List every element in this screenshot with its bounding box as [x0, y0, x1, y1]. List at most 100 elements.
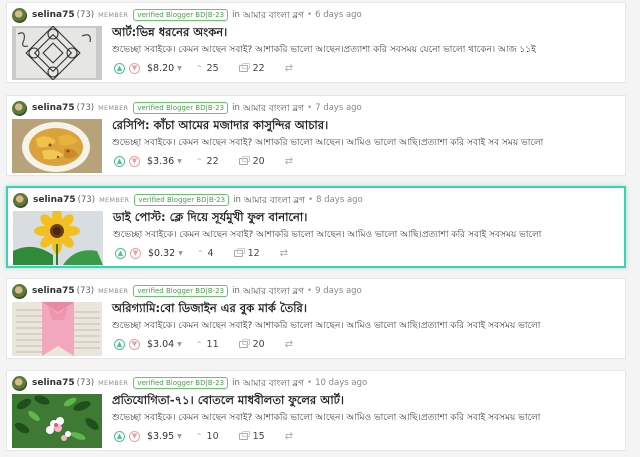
author-name[interactable]: selina75	[32, 10, 75, 20]
post-excerpt[interactable]: শুভেচ্ছা সবাইকে। কেমন আছেন সবাই? আশাকরি …	[112, 135, 613, 150]
in-label: in	[232, 103, 240, 113]
post-time[interactable]: 8 days ago	[316, 195, 363, 205]
payout-value[interactable]: $3.36	[147, 156, 174, 167]
resteem-icon[interactable]: ⇄	[285, 431, 293, 442]
payout-value[interactable]: $0.32	[148, 248, 175, 259]
post-thumbnail[interactable]	[12, 302, 102, 356]
community-link[interactable]: আমার বাংলা ব্লগ	[243, 376, 304, 391]
community-link[interactable]: আমার বাংলা ব্লগ	[243, 8, 304, 23]
post-title[interactable]: আর্ট:ভিন্ন ধরনের অংকন।	[112, 24, 227, 43]
separator: •	[307, 286, 313, 296]
bookmark-origami-image	[12, 302, 102, 356]
chevron-down-icon[interactable]: ▼	[129, 431, 140, 442]
resteem-icon[interactable]: ⇄	[285, 339, 293, 350]
payout-value[interactable]: $3.04	[147, 339, 174, 350]
author-reputation: (73)	[77, 195, 96, 205]
post-time[interactable]: 10 days ago	[315, 378, 367, 388]
post-thumbnail[interactable]	[12, 394, 102, 448]
post-card[interactable]: selina75 (73) MEMBER verified Blogger BD…	[6, 370, 626, 451]
chevron-up-icon[interactable]: ▲	[114, 431, 125, 442]
resteem-icon[interactable]: ⇄	[280, 248, 288, 259]
community-link[interactable]: আমার বাংলা ব্লগ	[243, 284, 304, 299]
author-reputation: (73)	[76, 10, 95, 20]
community-link[interactable]: আমার বাংলা ব্লগ	[244, 193, 305, 208]
pickle-bowl-image	[12, 119, 102, 173]
author-role: MEMBER	[98, 104, 129, 112]
author-name[interactable]: selina75	[32, 103, 75, 113]
chevron-up-icon[interactable]: ▲	[114, 63, 125, 74]
caret-down-icon[interactable]: ▼	[177, 158, 182, 165]
author-reputation: (73)	[76, 103, 95, 113]
vote-count[interactable]: 10	[207, 431, 219, 442]
avatar[interactable]	[12, 100, 27, 116]
avatar[interactable]	[12, 7, 27, 23]
post-title[interactable]: রেসিপি: কাঁচা আমের মজাদার কাসুন্দির আচার…	[112, 117, 328, 136]
author-tag: verified Blogger BD|B-23	[133, 377, 229, 389]
comments-icon[interactable]	[238, 63, 250, 72]
caret-down-icon[interactable]: ▼	[177, 341, 182, 348]
chevron-up-icon[interactable]: ▲	[114, 156, 125, 167]
post-excerpt[interactable]: শুভেচ্ছা সবাইকে। কেমন আছেন সবাই? আশাকরি …	[112, 318, 613, 333]
bottle-flower-art-image	[12, 394, 102, 448]
comment-count[interactable]: 22	[253, 63, 265, 74]
post-excerpt[interactable]: শুভেচ্ছা সবাইকে। কেমন আছেন সবাই? আশাকরি …	[112, 410, 613, 425]
comment-count[interactable]: 20	[253, 339, 265, 350]
author-reputation: (73)	[76, 378, 95, 388]
avatar[interactable]	[13, 192, 28, 208]
post-thumbnail[interactable]	[12, 119, 102, 173]
separator: •	[307, 103, 313, 113]
sunflower-clay-image	[13, 211, 103, 265]
post-thumbnail[interactable]	[12, 26, 102, 80]
author-name[interactable]: selina75	[32, 378, 75, 388]
author-name[interactable]: selina75	[33, 195, 76, 205]
comment-count[interactable]: 15	[253, 431, 265, 442]
post-card[interactable]: selina75 (73) MEMBER verified Blogger BD…	[6, 278, 626, 359]
post-time[interactable]: 9 days ago	[315, 286, 362, 296]
comment-count[interactable]: 12	[248, 248, 260, 259]
resteem-icon[interactable]: ⇄	[285, 63, 293, 74]
post-time[interactable]: 6 days ago	[315, 10, 362, 20]
post-excerpt[interactable]: শুভেচ্ছা সবাইকে। কেমন আছেন সবাই? আশাকরি …	[113, 227, 612, 242]
chevron-down-icon[interactable]: ▼	[129, 156, 140, 167]
payout-value[interactable]: $3.95	[147, 431, 174, 442]
author-role: MEMBER	[98, 287, 129, 295]
caret-down-icon[interactable]: ▼	[177, 65, 182, 72]
post-time[interactable]: 7 days ago	[315, 103, 362, 113]
post-title[interactable]: ডাই পোস্ট: ক্লে দিয়ে সূর্যমুখী ফুল বানা…	[113, 209, 307, 228]
chevron-down-icon[interactable]: ▼	[129, 63, 140, 74]
caret-down-icon[interactable]: ▼	[177, 433, 182, 440]
payout-value[interactable]: $8.20	[147, 63, 174, 74]
vote-count[interactable]: 11	[207, 339, 219, 350]
author-name[interactable]: selina75	[32, 286, 75, 296]
chevron-down-icon[interactable]: ▼	[130, 248, 141, 259]
post-card[interactable]: selina75 (73) MEMBER verified Blogger BD…	[6, 2, 626, 83]
upvote-count-icon: ⌃	[196, 249, 204, 258]
vote-count[interactable]: 22	[207, 156, 219, 167]
author-role: MEMBER	[98, 11, 129, 19]
post-actions: ▲ ▼ $8.20 ▼ ⌃ 25 22 ⇄	[114, 63, 293, 74]
comment-count[interactable]: 20	[253, 156, 265, 167]
post-title[interactable]: প্রতিযোগিতা-৭১। বোতলে মাধবীলতা ফুলের আর্…	[112, 392, 344, 411]
resteem-icon[interactable]: ⇄	[285, 156, 293, 167]
post-excerpt[interactable]: শুভেচ্ছা সবাইকে। কেমন আছেন সবাই? আশাকরি …	[112, 42, 613, 57]
caret-down-icon[interactable]: ▼	[178, 250, 183, 257]
vote-count[interactable]: 4	[208, 248, 214, 259]
vote-count[interactable]: 25	[207, 63, 219, 74]
chevron-down-icon[interactable]: ▼	[129, 339, 140, 350]
chevron-up-icon[interactable]: ▲	[114, 339, 125, 350]
comments-icon[interactable]	[233, 248, 245, 257]
post-card[interactable]: selina75 (73) MEMBER verified Blogger BD…	[6, 186, 626, 268]
post-meta: selina75 (73) MEMBER verified Blogger BD…	[12, 6, 617, 24]
post-title[interactable]: অরিগ্যামি:বো ডিজাইন এর বুক মার্ক তৈরি।	[112, 300, 307, 319]
post-card[interactable]: selina75 (73) MEMBER verified Blogger BD…	[6, 95, 626, 176]
chevron-up-icon[interactable]: ▲	[115, 248, 126, 259]
avatar[interactable]	[12, 375, 27, 391]
comments-icon[interactable]	[238, 156, 250, 165]
knot-art-image	[12, 26, 102, 80]
post-thumbnail[interactable]	[13, 211, 103, 265]
community-link[interactable]: আমার বাংলা ব্লগ	[243, 101, 304, 116]
avatar[interactable]	[12, 283, 27, 299]
in-label: in	[232, 10, 240, 20]
comments-icon[interactable]	[238, 339, 250, 348]
comments-icon[interactable]	[238, 431, 250, 440]
